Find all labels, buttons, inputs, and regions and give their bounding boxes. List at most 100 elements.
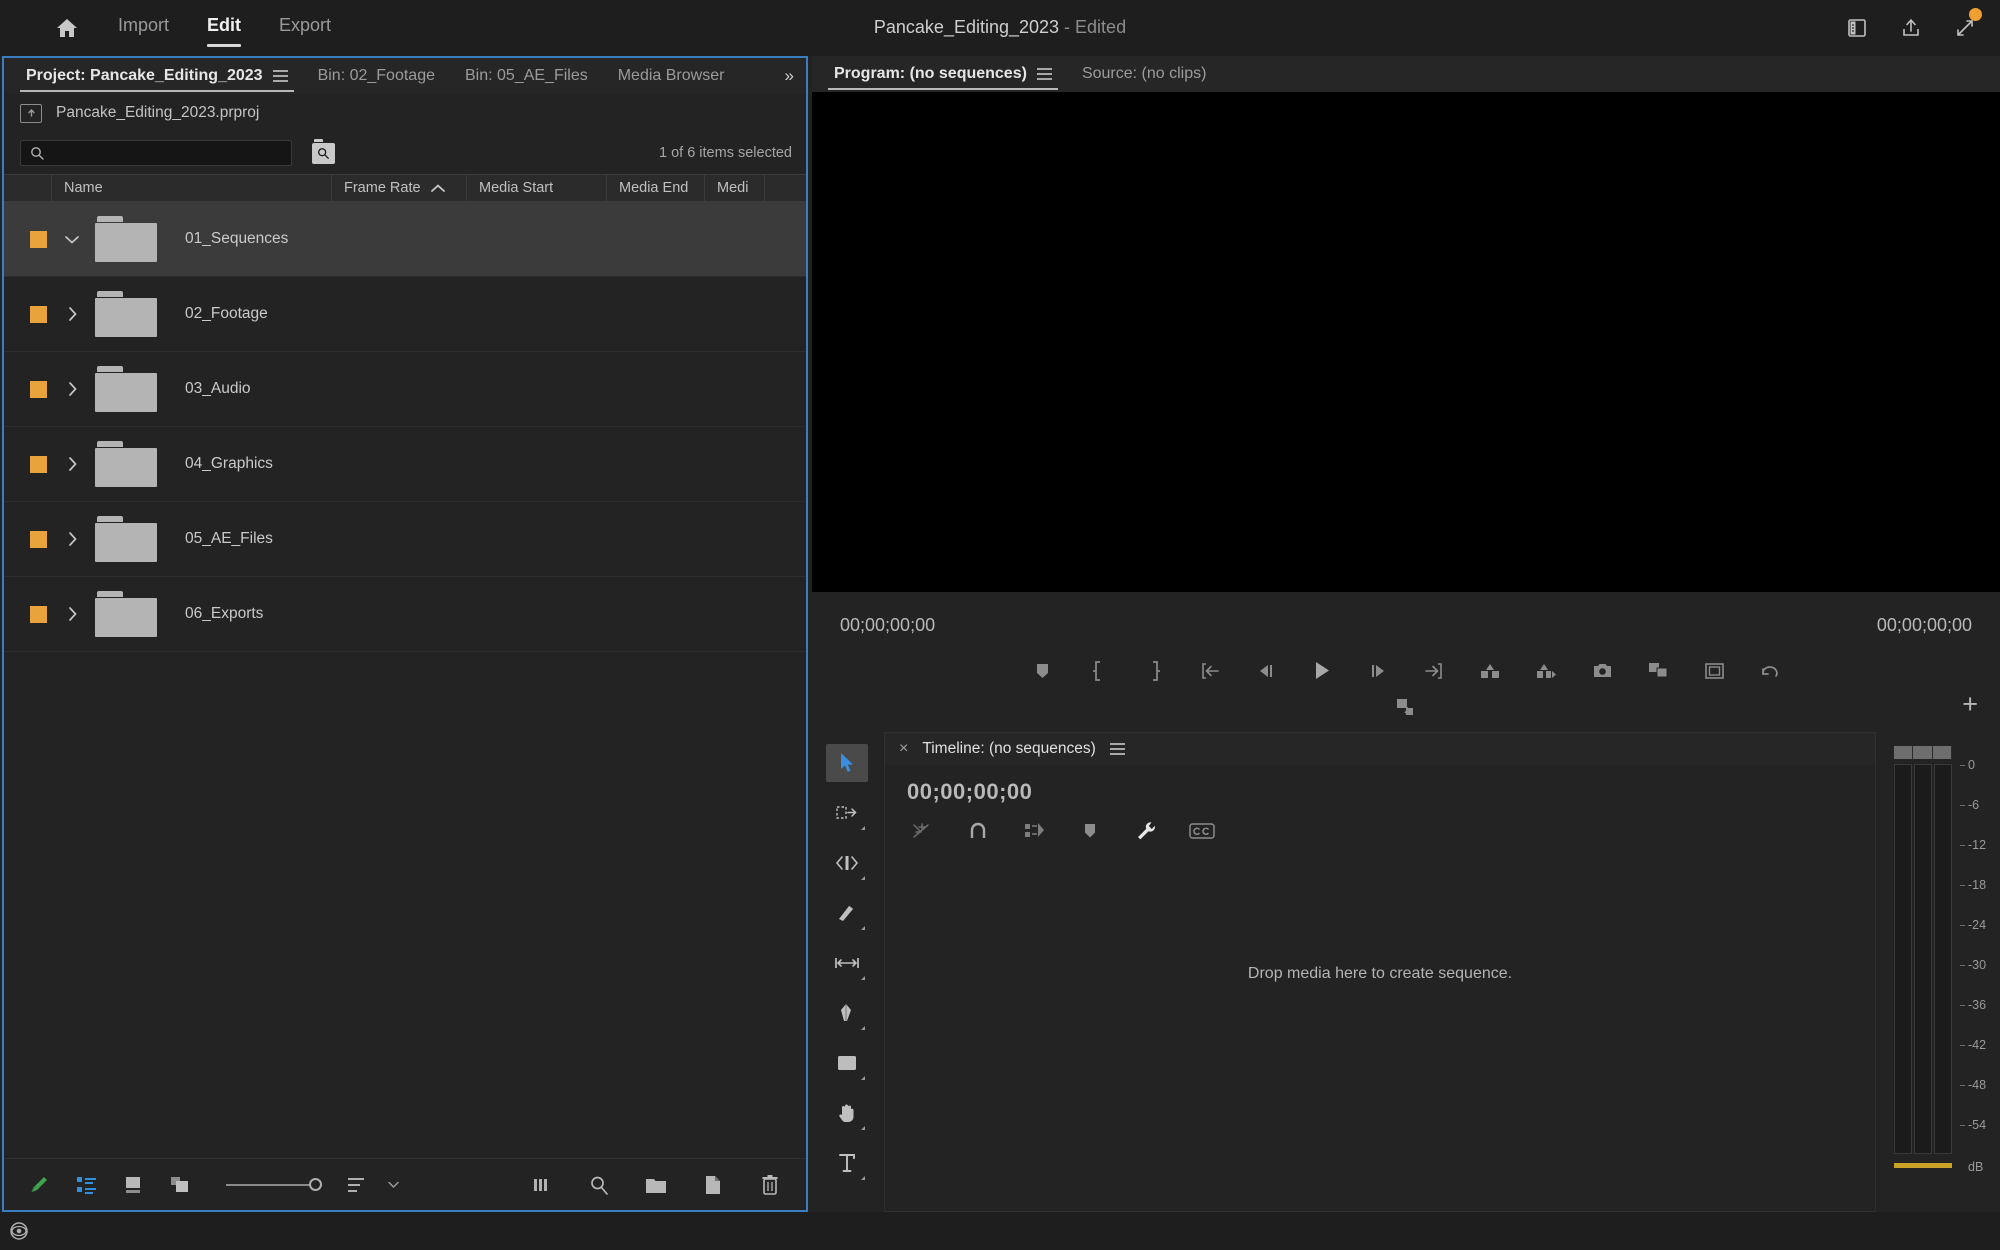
pen-tool[interactable]	[826, 994, 868, 1032]
list-view-icon[interactable]	[73, 1172, 98, 1197]
chevron-right-icon[interactable]	[59, 306, 85, 322]
timeline-settings-icon[interactable]	[1133, 819, 1159, 843]
new-item-pen-icon[interactable]	[26, 1172, 51, 1197]
thumbnail-zoom-slider[interactable]	[226, 1175, 322, 1195]
tab-program[interactable]: Program: (no sequences)	[828, 65, 1058, 90]
safe-margins-icon[interactable]	[1701, 657, 1728, 684]
bin-row-06-exports[interactable]: 06_Exports	[4, 577, 806, 652]
label-color-swatch[interactable]	[30, 380, 47, 398]
program-menu-icon[interactable]	[1036, 68, 1052, 80]
audio-meter-clip-indicator[interactable]	[1894, 1163, 1952, 1168]
folder-icon[interactable]	[95, 516, 157, 562]
nav-tab-export[interactable]: Export	[279, 15, 331, 41]
tab-bin-02-footage[interactable]: Bin: 02_Footage	[312, 67, 441, 85]
insert-overwrite-icon[interactable]	[909, 819, 935, 843]
bin-row-02-footage[interactable]: 02_Footage	[4, 277, 806, 352]
folder-icon[interactable]	[95, 441, 157, 487]
snap-icon[interactable]	[965, 819, 991, 843]
program-timecode-duration[interactable]: 00;00;00;00	[1877, 615, 1972, 636]
column-header-media-duration[interactable]: Medi	[705, 174, 765, 202]
panel-menu-icon[interactable]	[272, 70, 288, 82]
panel-layout-icon[interactable]	[1844, 15, 1870, 41]
ripple-edit-tool[interactable]	[826, 844, 868, 882]
mark-out-icon[interactable]	[1141, 657, 1168, 684]
add-marker-icon[interactable]	[1029, 657, 1056, 684]
column-header-media-end[interactable]: Media End	[607, 174, 705, 202]
export-frame-icon[interactable]	[1589, 657, 1616, 684]
navigate-up-icon[interactable]	[20, 103, 42, 123]
timeline-title[interactable]: Timeline: (no sequences)	[922, 740, 1095, 758]
label-color-swatch[interactable]	[30, 605, 47, 623]
column-header-media-start[interactable]: Media Start	[467, 174, 607, 202]
bin-row-05-ae-files[interactable]: 05_AE_Files	[4, 502, 806, 577]
folder-icon[interactable]	[95, 591, 157, 637]
sort-chevron-icon[interactable]	[381, 1172, 406, 1197]
delete-icon[interactable]	[757, 1172, 782, 1197]
home-icon[interactable]	[52, 13, 82, 43]
timeline-timecode[interactable]: 00;00;00;00	[885, 765, 1875, 805]
column-header-name[interactable]: Name	[52, 174, 332, 202]
label-color-swatch[interactable]	[30, 455, 47, 473]
folder-icon[interactable]	[95, 366, 157, 412]
comparison-view-icon[interactable]	[1645, 657, 1672, 684]
add-marker-icon[interactable]	[1077, 819, 1103, 843]
automate-to-sequence-icon[interactable]	[529, 1172, 554, 1197]
tab-source[interactable]: Source: (no clips)	[1076, 65, 1213, 83]
chevron-right-icon[interactable]	[59, 381, 85, 397]
chevron-down-icon[interactable]	[59, 234, 85, 245]
go-to-in-icon[interactable]	[1197, 657, 1224, 684]
program-timecode-current[interactable]: 00;00;00;00	[840, 615, 935, 636]
linked-selection-icon[interactable]	[1021, 819, 1047, 843]
share-icon[interactable]	[1898, 15, 1924, 41]
freeform-view-icon[interactable]	[167, 1172, 192, 1197]
undo-icon[interactable]	[1757, 657, 1784, 684]
tab-overflow-icon[interactable]: »	[785, 66, 794, 86]
tab-project[interactable]: Project: Pancake_Editing_2023	[20, 67, 294, 92]
bin-row-03-audio[interactable]: 03_Audio	[4, 352, 806, 427]
label-color-swatch[interactable]	[30, 305, 47, 323]
step-back-icon[interactable]	[1253, 657, 1280, 684]
filter-bin-content-icon[interactable]	[312, 138, 335, 164]
extract-icon[interactable]	[1533, 657, 1560, 684]
step-forward-icon[interactable]	[1365, 657, 1392, 684]
folder-icon[interactable]	[95, 291, 157, 337]
accessibility-icon[interactable]	[6, 1218, 32, 1244]
go-to-out-icon[interactable]	[1421, 657, 1448, 684]
label-color-swatch[interactable]	[30, 230, 47, 248]
audio-meter-bars[interactable]	[1894, 764, 1952, 1154]
find-icon[interactable]	[586, 1172, 611, 1197]
tab-bin-05-ae-files[interactable]: Bin: 05_AE_Files	[459, 67, 594, 85]
type-tool[interactable]	[826, 1144, 868, 1182]
razor-tool[interactable]	[826, 894, 868, 932]
nav-tab-import[interactable]: Import	[118, 15, 169, 41]
icon-view-icon[interactable]	[120, 1172, 145, 1197]
new-item-icon[interactable]	[700, 1172, 725, 1197]
folder-icon[interactable]	[95, 216, 157, 262]
bin-row-04-graphics[interactable]: 04_Graphics	[4, 427, 806, 502]
play-icon[interactable]	[1309, 657, 1336, 684]
sort-icon[interactable]	[344, 1172, 369, 1197]
mark-in-icon[interactable]	[1085, 657, 1112, 684]
lift-icon[interactable]	[1477, 657, 1504, 684]
chevron-right-icon[interactable]	[59, 456, 85, 472]
captions-icon[interactable]	[1189, 819, 1215, 843]
tab-media-browser[interactable]: Media Browser	[612, 67, 731, 85]
sync-status-dot[interactable]	[1969, 8, 1982, 21]
track-select-forward-tool[interactable]	[826, 794, 868, 832]
chevron-right-icon[interactable]	[59, 606, 85, 622]
program-video-stage[interactable]	[812, 92, 2000, 592]
label-color-swatch[interactable]	[30, 530, 47, 548]
add-button[interactable]: +	[1962, 691, 1978, 718]
search-input[interactable]	[20, 140, 292, 166]
rectangle-tool[interactable]	[826, 1044, 868, 1082]
chevron-right-icon[interactable]	[59, 531, 85, 547]
audio-meter-header[interactable]	[1894, 746, 1952, 759]
search-field[interactable]	[52, 145, 277, 161]
column-header-frame-rate[interactable]: Frame Rate	[332, 174, 467, 202]
button-editor-icon[interactable]	[1393, 693, 1420, 720]
close-icon[interactable]: ×	[899, 740, 908, 758]
slip-tool[interactable]	[826, 944, 868, 982]
nav-tab-edit[interactable]: Edit	[207, 15, 242, 47]
new-bin-icon[interactable]	[643, 1172, 668, 1197]
selection-tool[interactable]	[826, 744, 868, 782]
